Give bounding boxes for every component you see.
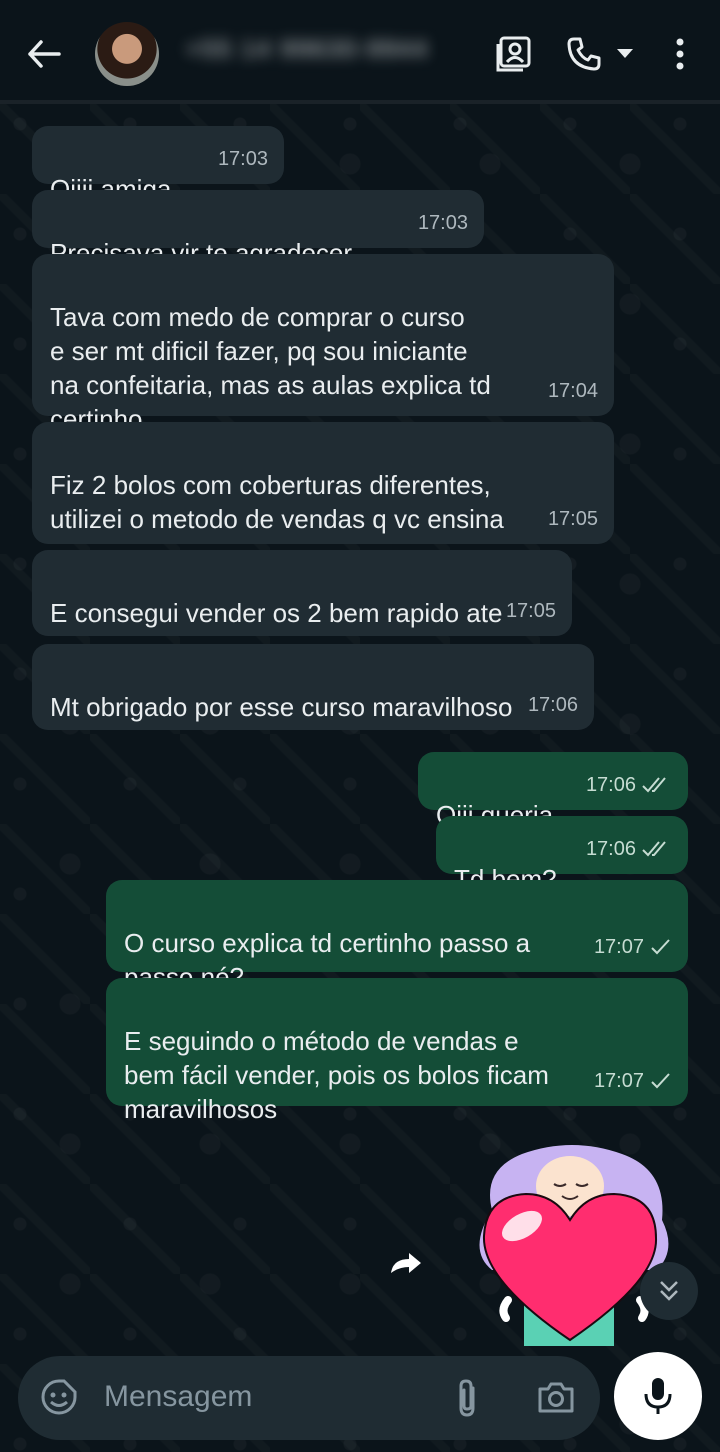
heart-sticker[interactable] — [462, 1140, 682, 1350]
double-chevron-down-icon — [660, 1281, 678, 1301]
message-outgoing[interactable]: O curso explica td certinho passo a pass… — [106, 880, 688, 992]
message-incoming[interactable]: Oiiii amiga 17:03 — [32, 126, 284, 204]
attach-clip-icon[interactable] — [454, 1378, 480, 1423]
mic-button[interactable] — [614, 1352, 702, 1440]
message-input-bar[interactable]: Mensagem — [18, 1356, 600, 1440]
chat-header: +55 14 99630-9944 — [0, 0, 720, 104]
double-check-read-icon — [642, 777, 666, 793]
message-text: Fiz 2 bolos com coberturas diferentes, u… — [50, 470, 504, 534]
contact-card-icon[interactable] — [494, 34, 534, 74]
message-time: 17:04 — [547, 380, 598, 402]
message-time: 17:05 — [547, 508, 598, 530]
contact-name[interactable]: +55 14 99630-9944 — [186, 36, 456, 70]
message-time: 17:07 — [593, 936, 644, 958]
message-incoming[interactable]: Tava com medo de comprar o curso e ser m… — [32, 254, 614, 434]
phone-call-icon[interactable] — [564, 34, 604, 74]
scroll-to-bottom-button[interactable] — [640, 1262, 698, 1320]
message-time: 17:06 — [585, 774, 636, 796]
more-options-icon[interactable] — [660, 34, 700, 74]
message-input[interactable]: Mensagem — [104, 1380, 252, 1414]
message-incoming[interactable]: E consegui vender os 2 bem rapido ate 17… — [32, 550, 572, 636]
message-incoming[interactable]: Precisava vir te agradecer 17:03 — [32, 190, 484, 268]
message-text: Mt obrigado por esse curso maravilhoso — [50, 692, 513, 722]
single-check-sent-icon — [651, 939, 670, 955]
message-outgoing[interactable]: E seguindo o método de vendas e bem fáci… — [106, 978, 688, 1124]
forward-icon[interactable] — [380, 1236, 434, 1290]
chevron-down-icon[interactable] — [610, 34, 640, 74]
message-time: 17:03 — [417, 212, 468, 234]
contact-avatar[interactable] — [95, 22, 159, 86]
message-text: E consegui vender os 2 bem rapido ate — [50, 598, 503, 628]
back-arrow-icon[interactable] — [22, 32, 66, 76]
message-time: 17:03 — [217, 148, 268, 170]
double-check-read-icon — [642, 841, 666, 857]
sticker-emoji-icon[interactable] — [40, 1378, 78, 1421]
message-incoming[interactable]: Fiz 2 bolos com coberturas diferentes, u… — [32, 422, 614, 544]
message-outgoing[interactable]: Oiii queria 17:06 — [418, 752, 688, 830]
message-time: 17:06 — [527, 694, 578, 716]
message-outgoing[interactable]: Td bem? 17:06 — [436, 816, 688, 894]
message-time: 17:05 — [505, 600, 556, 622]
message-text: Tava com medo de comprar o curso e ser m… — [50, 302, 491, 434]
message-time: 17:07 — [593, 1070, 644, 1092]
single-check-sent-icon — [651, 1073, 670, 1089]
microphone-icon — [644, 1378, 672, 1414]
message-time: 17:06 — [585, 838, 636, 860]
message-incoming[interactable]: Mt obrigado por esse curso maravilhoso 1… — [32, 644, 594, 730]
camera-icon[interactable] — [536, 1380, 576, 1419]
